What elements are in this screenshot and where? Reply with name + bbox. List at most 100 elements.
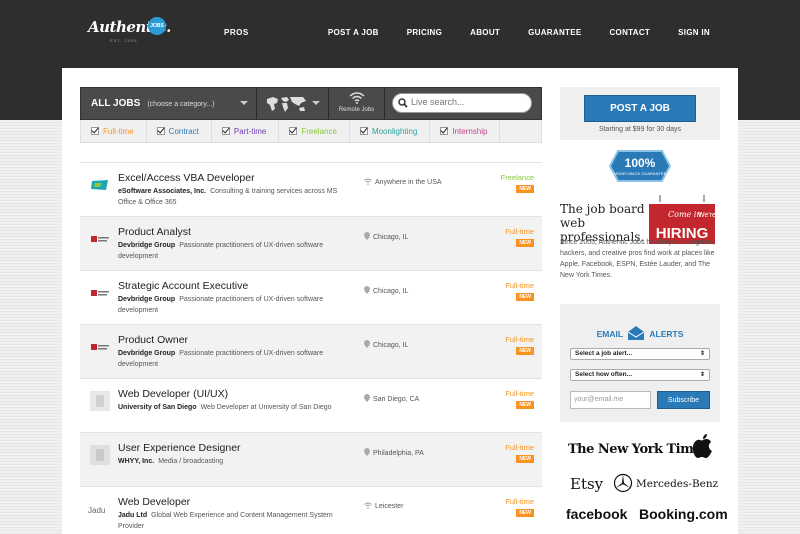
job-location: Chicago, IL [364,232,408,241]
remote-jobs-label: Remote Jobs [338,107,375,113]
job-row[interactable]: Strategic Account Executive Devbridge Gr… [80,270,542,324]
company-logo [91,180,108,190]
nav-guarantee[interactable]: GUARANTEE [528,28,581,37]
about-blurb: Since 2005, Authentic Jobs has helped de… [560,239,715,279]
job-title[interactable]: Product Owner [118,334,188,346]
pros-link[interactable]: PROS [224,28,249,37]
checkbox-checked[interactable] [359,127,368,135]
job-type: Full-time [505,227,534,236]
svg-text:100%: 100% [625,156,656,170]
company-logo: Jadu [88,506,106,515]
frequency-select[interactable]: Select how often... ⇕ [570,369,710,381]
nav-pricing[interactable]: PRICING [407,28,442,37]
job-type: Full-time [505,443,534,452]
location-map-dropdown[interactable] [257,88,329,119]
pricing-note: Starting at $99 for 30 days [598,126,682,133]
filter-label: Part-time [233,126,267,136]
job-location: Philadelphia, PA [364,448,424,457]
job-title[interactable]: Web Developer [118,496,190,508]
money-back-guarantee-badge: 100% MONEY-BACK GUARANTEE [608,150,672,182]
new-badge: NEW [516,455,534,463]
svg-text:Come in: Come in [668,210,702,219]
checkbox-checked[interactable] [221,127,230,135]
wifi-icon [364,502,372,509]
job-type: Full-time [505,335,534,344]
remote-jobs-toggle[interactable]: Remote Jobs [329,88,385,119]
nav-about[interactable]: ABOUT [470,28,500,37]
nav-contact[interactable]: CONTACT [609,28,650,37]
job-description: University of San Diego Web Developer at … [118,402,354,413]
subscribe-button[interactable]: Subscribe [657,391,710,409]
new-badge: NEW [516,239,534,247]
job-row[interactable]: Excel/Access VBA Developer eSoftware Ass… [80,162,542,216]
nav-sign-in[interactable]: SIGN IN [678,28,710,37]
job-description: eSoftware Associates, Inc. Consulting & t… [118,186,354,208]
site-logo[interactable]: Authentic. EST. 2005 JOBS [88,14,178,48]
company-name: University of San Diego [118,404,197,411]
filter-moonlighting[interactable]: Moonlighting [350,120,431,142]
pin-icon [364,286,370,294]
company-logo-placeholder [90,445,110,465]
main-nav: POST A JOB PRICING ABOUT GUARANTEE CONTA… [300,28,710,37]
company-name: WHYY, Inc. [118,458,155,465]
world-map-icon [267,97,306,112]
pin-icon [364,340,370,348]
filter-contract[interactable]: Contract [147,120,212,142]
email-alerts-heading: EMAIL ALERTS [560,325,720,341]
job-location: Anywhere in the USA [364,178,442,186]
job-type: Full-time [505,281,534,290]
email-input[interactable]: your@email.me [570,391,651,409]
job-description: Devbridge Group Passionate practitioners … [118,348,354,370]
category-dropdown[interactable]: ALL JOBS (choose a category...) [81,88,257,119]
job-row[interactable]: Product Owner Devbridge Group Passionate … [80,324,542,378]
job-title[interactable]: Product Analyst [118,226,191,238]
job-list: Excel/Access VBA Developer eSoftware Ass… [80,162,542,534]
checkbox-checked[interactable] [91,127,99,135]
filter-internship[interactable]: Internship [430,120,501,142]
job-description: Devbridge Group Passionate practitioners … [118,240,354,262]
job-title[interactable]: Web Developer (UI/UX) [118,388,228,400]
chevron-down-icon [312,101,320,105]
company-name: Devbridge Group [118,296,176,303]
logo-established: EST. 2005 [110,38,138,43]
company-tagline: Media / broadcasting [158,458,224,465]
select-arrows-icon: ⇕ [699,351,705,357]
post-job-box: POST A JOB Starting at $99 for 30 days [560,87,720,140]
filter-label: Contract [168,126,199,136]
checkbox-checked[interactable] [440,127,449,135]
live-search-box[interactable] [392,93,532,113]
job-type-filters: Full-time Contract Part-time Freelance M… [80,120,542,143]
job-location: Chicago, IL [364,286,408,295]
search-input[interactable] [411,97,521,107]
company-name: Devbridge Group [118,350,176,357]
job-row[interactable]: Jadu Web Developer Jadu Ltd Global Web Ex… [80,486,542,534]
post-a-job-button[interactable]: POST A JOB [584,95,696,122]
company-name: eSoftware Associates, Inc. [118,188,207,195]
checkbox-checked[interactable] [289,127,298,135]
filter-part-time[interactable]: Part-time [212,120,280,142]
job-row[interactable]: Product Analyst Devbridge Group Passionat… [80,216,542,270]
brand-booking-logo: Booking.com [639,506,728,522]
select-arrows-icon: ⇕ [699,372,705,378]
search-icon [398,98,408,108]
job-row[interactable]: Web Developer (UI/UX) University of San … [80,378,542,432]
job-title[interactable]: Strategic Account Executive [118,280,248,292]
job-type: Full-time [505,497,534,506]
nav-post-a-job[interactable]: POST A JOB [328,28,379,37]
filter-label: Moonlighting [371,126,418,136]
wifi-icon [364,178,372,185]
job-title[interactable]: Excel/Access VBA Developer [118,172,255,184]
job-type: Full-time [505,389,534,398]
brand-nyt-logo: The New York Times [568,442,708,457]
filter-freelance[interactable]: Freelance [279,120,350,142]
job-description: Devbridge Group Passionate practitioners … [118,294,354,316]
new-badge: NEW [516,293,534,301]
category-label: ALL JOBS [91,98,141,109]
filter-full-time[interactable]: Full-time [81,120,147,142]
checkbox-checked[interactable] [156,127,165,135]
pin-icon [364,448,370,456]
search-bar: ALL JOBS (choose a category...) Remote J… [80,87,542,120]
job-alert-select[interactable]: Select a job alert... ⇕ [570,348,710,360]
job-row[interactable]: User Experience Designer WHYY, Inc. Media… [80,432,542,486]
job-title[interactable]: User Experience Designer [118,442,241,454]
